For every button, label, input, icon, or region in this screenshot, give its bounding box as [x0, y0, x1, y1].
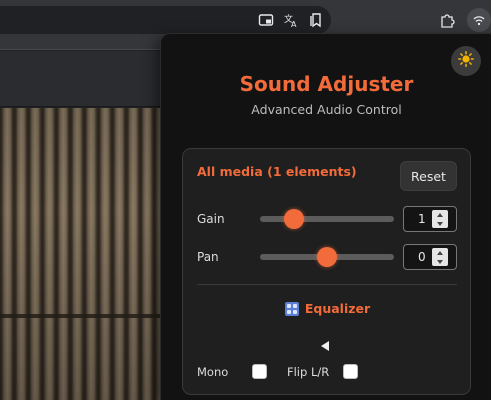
spin-up-icon[interactable]	[437, 212, 443, 217]
equalizer-toggle[interactable]: Equalizer	[183, 301, 472, 316]
address-bar[interactable]	[0, 6, 331, 34]
section-divider	[197, 284, 457, 285]
background-photo	[0, 108, 170, 400]
sound-adjuster-extension-button[interactable]	[467, 8, 491, 32]
flip-lr-label: Flip L/R	[287, 365, 330, 379]
gain-spinner[interactable]	[432, 210, 448, 228]
popup-subtitle: Advanced Audio Control	[251, 102, 402, 117]
mono-checkbox[interactable]	[252, 364, 267, 379]
flip-lr-checkbox[interactable]	[343, 364, 358, 379]
triangle-left-icon[interactable]	[321, 341, 329, 351]
screen-cast-icon[interactable]	[257, 11, 275, 29]
pan-value: 0	[418, 250, 426, 264]
gain-value: 1	[418, 212, 426, 226]
popup-title: Sound Adjuster	[239, 72, 414, 96]
spin-down-icon[interactable]	[437, 221, 443, 226]
media-elements-label: All media (1 elements)	[197, 164, 357, 179]
media-controls-card: All media (1 elements) Reset Gain 1 Pan …	[182, 148, 471, 395]
gain-slider[interactable]	[260, 209, 394, 229]
spin-up-icon[interactable]	[437, 250, 443, 255]
reading-list-icon[interactable]	[307, 11, 325, 29]
sound-adjuster-popup: Sound Adjuster Advanced Audio Control Al…	[160, 33, 491, 400]
extensions-puzzle-icon[interactable]	[438, 11, 456, 29]
pan-slider-thumb[interactable]	[317, 247, 337, 267]
pan-number-input[interactable]: 0	[403, 244, 457, 270]
gain-number-input[interactable]: 1	[403, 206, 457, 232]
background-photo-rail	[0, 314, 170, 318]
pan-label: Pan	[197, 250, 219, 264]
pan-slider[interactable]	[260, 247, 394, 267]
sound-adjuster-extension-icon	[470, 11, 488, 29]
sun-icon	[458, 51, 474, 71]
svg-text:A: A	[291, 20, 297, 28]
pan-spinner[interactable]	[432, 248, 448, 266]
page-header-strip	[0, 51, 170, 107]
gain-slider-thumb[interactable]	[283, 209, 304, 229]
translate-icon[interactable]: 文A	[283, 11, 301, 29]
reset-button[interactable]: Reset	[400, 161, 457, 191]
equalizer-label: Equalizer	[304, 301, 371, 316]
mono-label: Mono	[197, 365, 229, 379]
spin-down-icon[interactable]	[437, 259, 443, 264]
equalizer-grid-icon	[284, 301, 299, 316]
gain-label: Gain	[197, 212, 225, 226]
